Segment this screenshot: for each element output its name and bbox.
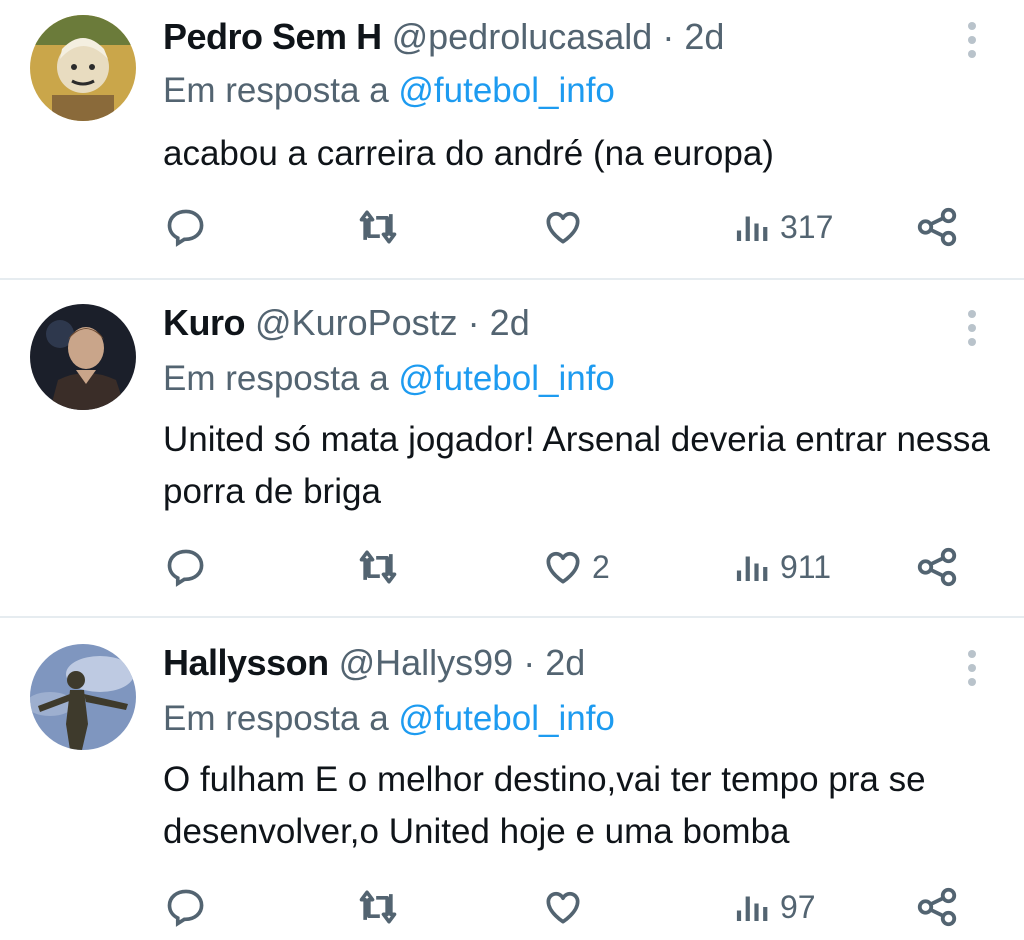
tweet-header: Pedro Sem H @pedrolucasald · 2d [163,12,724,62]
user-handle[interactable]: @KuroPostz [255,302,458,343]
reply-mention-link[interactable]: @futebol_info [398,359,615,398]
reply-icon [167,549,204,587]
tweet-text: O fulham E o melhor destino,vai ter temp… [163,760,926,851]
avatar[interactable] [30,304,136,410]
views-icon [736,896,768,921]
view-count: 911 [780,548,832,585]
display-name[interactable]: Pedro Sem H [163,16,382,57]
avatar[interactable] [30,15,136,121]
like-icon [546,211,580,244]
more-icon[interactable] [958,648,986,688]
action-bar: 2 911 [0,542,1024,592]
retweet-icon [359,890,397,924]
tweet-1[interactable]: Pedro Sem H @pedrolucasald · 2d Em respo… [0,0,1024,280]
user-handle[interactable]: @pedrolucasald [392,16,653,57]
display-name[interactable]: Hallysson [163,642,329,683]
views-icon [736,216,768,241]
tweet-header: Kuro @KuroPostz · 2d [163,298,530,348]
view-count: 317 [780,208,834,245]
action-bar: 97 [0,882,1024,932]
share-icon [917,207,957,247]
separator: · [467,302,480,343]
like-count: 2 [592,548,610,585]
tweet-text: United só mata jogador! Arsenal deveria … [163,420,990,511]
like-button[interactable]: 2 [540,542,610,592]
reply-context: Em resposta a @futebol_info [163,354,615,404]
views-icon [736,556,768,581]
reply-context: Em resposta a @futebol_info [163,694,615,744]
separator: · [523,642,536,683]
share-button[interactable] [914,202,960,252]
share-icon [917,547,957,587]
tweet-text: acabou a carreira do andré (na europa) [163,134,774,173]
views-button[interactable]: 97 [732,882,816,932]
user-handle[interactable]: @Hallys99 [339,642,514,683]
timestamp[interactable]: 2d [490,302,530,343]
reply-mention-link[interactable]: @futebol_info [398,71,615,110]
more-icon[interactable] [958,20,986,60]
reply-prefix: Em resposta a [163,71,389,110]
share-icon [917,887,957,927]
timestamp[interactable]: 2d [545,642,585,683]
like-button[interactable] [540,882,592,932]
share-button[interactable] [914,882,960,932]
like-icon [546,891,580,924]
views-button[interactable]: 911 [732,542,831,592]
reply-prefix: Em resposta a [163,359,389,398]
like-icon [546,551,580,584]
like-button[interactable] [540,202,592,252]
reply-button[interactable] [164,542,208,592]
retweet-button[interactable] [356,202,400,252]
reply-icon [167,209,204,247]
tweet-2[interactable]: Kuro @KuroPostz · 2d Em resposta a @fute… [0,280,1024,618]
reply-button[interactable] [164,882,208,932]
views-button[interactable]: 317 [732,202,833,252]
retweet-button[interactable] [356,542,400,592]
share-button[interactable] [914,542,960,592]
more-icon[interactable] [958,308,986,348]
timestamp[interactable]: 2d [684,16,724,57]
tweet-3[interactable]: Hallysson @Hallys99 · 2d Em resposta a @… [0,618,1024,940]
tweet-header: Hallysson @Hallys99 · 2d [163,638,585,688]
retweet-icon [359,210,397,244]
retweet-icon [359,550,397,584]
view-count: 97 [780,888,816,925]
reply-mention-link[interactable]: @futebol_info [398,699,615,738]
display-name[interactable]: Kuro [163,302,246,343]
reply-button[interactable] [164,202,208,252]
action-bar: 317 [0,202,1024,252]
separator: · [662,16,675,57]
retweet-button[interactable] [356,882,400,932]
reply-context: Em resposta a @futebol_info [163,66,615,116]
reply-prefix: Em resposta a [163,699,389,738]
avatar[interactable] [30,644,136,750]
reply-icon [167,889,204,927]
